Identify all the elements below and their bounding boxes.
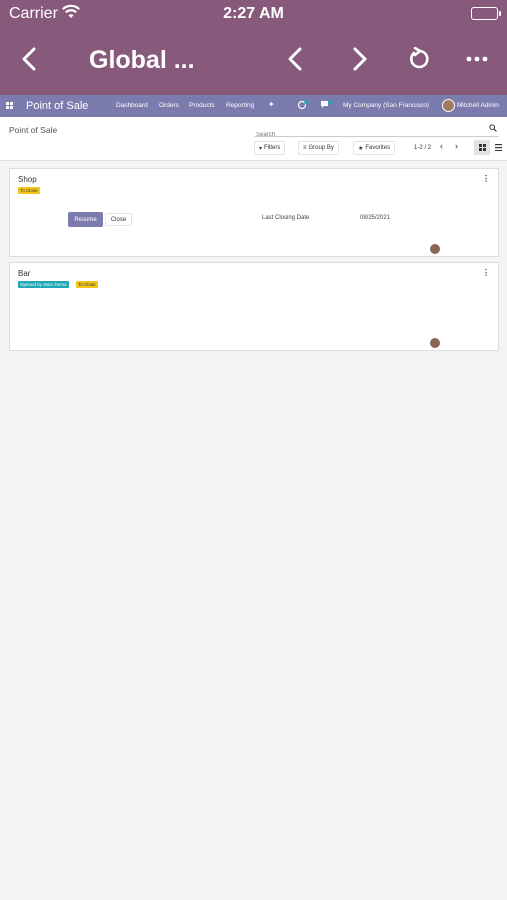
search-icon[interactable] <box>489 124 497 134</box>
last-closing-label: Last Closing Date <box>262 215 310 221</box>
group-by-icon: ≡ <box>303 145 307 151</box>
favorites-button[interactable]: ★ Favorites <box>353 141 396 155</box>
status-badge: To Close <box>76 281 98 288</box>
close-button[interactable]: Close <box>105 213 132 226</box>
status-badge: Opened by Marc Demo <box>18 281 69 288</box>
star-icon: ★ <box>358 145 364 152</box>
group-by-button[interactable]: ≡ Group By <box>298 141 339 155</box>
menu-products[interactable]: Products <box>189 102 215 109</box>
card-title: Bar <box>18 269 31 278</box>
nav-title: Global ... <box>89 46 195 74</box>
pager-previous-icon[interactable]: ‹ <box>440 141 443 151</box>
apps-menu-icon[interactable] <box>6 102 13 109</box>
pos-card-shop[interactable]: Shop ⋮ To Close Resume Close Last Closin… <box>9 168 499 257</box>
debug-bug-icon[interactable]: ✦ <box>268 100 275 109</box>
group-by-label: Group By <box>308 145 334 151</box>
user-avatar[interactable] <box>442 99 455 112</box>
more-icon[interactable] <box>462 44 492 74</box>
control-panel: Point of Sale ▾ Filters ≡ Group By ★ Fav… <box>0 117 507 161</box>
status-time: 2:27 AM <box>223 5 284 22</box>
status-badge: To Close <box>18 187 40 194</box>
messages-chat-icon[interactable] <box>320 100 334 112</box>
breadcrumb: Point of Sale <box>9 125 58 135</box>
list-view-icon[interactable] <box>490 140 506 155</box>
avatar <box>430 244 440 254</box>
card-title: Shop <box>18 175 37 184</box>
previous-chevron-icon[interactable] <box>280 44 310 74</box>
filter-funnel-icon: ▾ <box>259 145 263 152</box>
filters-label: Filters <box>264 145 281 151</box>
odoo-topbar: Point of Sale Dashboard Orders Products … <box>0 95 507 117</box>
card-menu-icon[interactable]: ⋮ <box>482 268 490 277</box>
filters-button[interactable]: ▾ Filters <box>254 141 286 155</box>
reload-icon[interactable] <box>404 44 434 74</box>
search-box <box>254 123 499 141</box>
activity-clock-icon[interactable] <box>297 100 309 112</box>
next-chevron-icon[interactable] <box>345 44 375 74</box>
nav-bar: Global ... <box>0 28 507 95</box>
last-closing-value: 08/25/2021 <box>360 215 391 221</box>
menu-reporting[interactable]: Reporting <box>226 102 254 109</box>
avatar <box>430 338 440 348</box>
pos-card-bar[interactable]: Bar ⋮ Opened by Marc Demo To Close <box>9 262 499 351</box>
menu-dashboard[interactable]: Dashboard <box>116 102 148 109</box>
card-menu-icon[interactable]: ⋮ <box>482 174 490 183</box>
favorites-label: Favorites <box>365 145 391 151</box>
user-name[interactable]: Mitchell Admin <box>457 102 499 109</box>
kanban-view-icon[interactable] <box>474 140 490 155</box>
search-input[interactable] <box>254 129 484 141</box>
ios-header: Carrier 2:27 AM Global ... <box>0 0 507 95</box>
menu-orders[interactable]: Orders <box>159 102 179 109</box>
battery-icon <box>471 7 501 20</box>
company-switcher[interactable]: My Company (San Francisco) <box>343 102 429 109</box>
app-name[interactable]: Point of Sale <box>26 100 88 112</box>
resume-button[interactable]: Resume <box>68 212 103 227</box>
back-chevron-icon[interactable] <box>14 44 44 74</box>
pager-value[interactable]: 1-2 / 2 <box>414 145 431 151</box>
status-bar: Carrier 2:27 AM <box>0 0 507 28</box>
pager-next-icon[interactable]: › <box>455 141 458 151</box>
